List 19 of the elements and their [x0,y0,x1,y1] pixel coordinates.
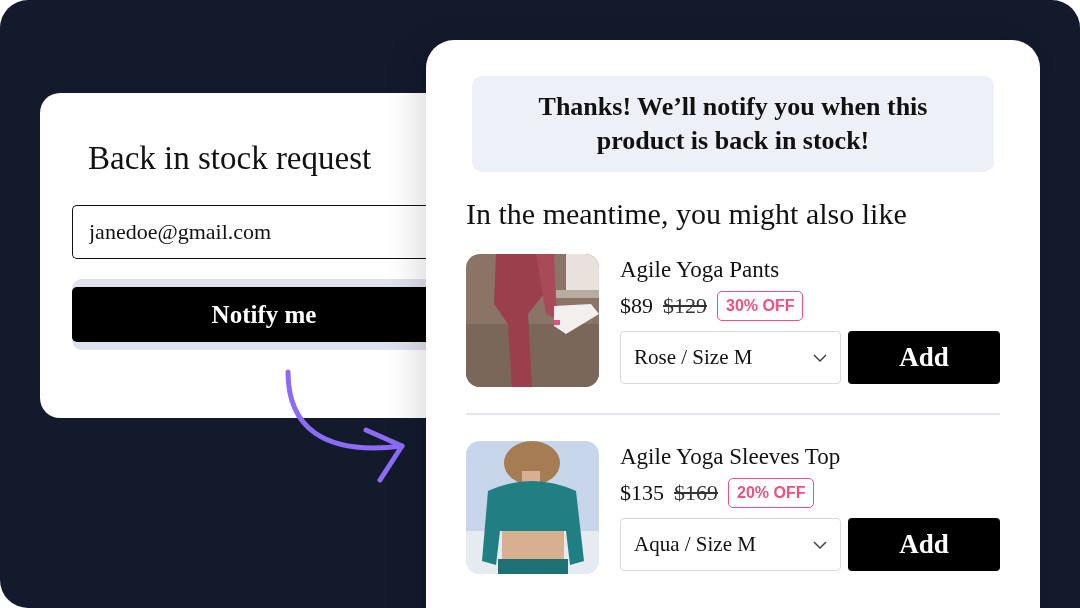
product-price: $89 [620,292,653,320]
confirmation-message: Thanks! We’ll notify you when this product is back in stock! [538,92,928,155]
card-title: Back in stock request [87,139,373,178]
discount-badge: 20% OFF [728,477,815,508]
variant-dropdown[interactable]: Rose / Size M [620,331,841,384]
email-field[interactable]: janedoe@gmail.com [72,205,426,259]
notify-button[interactable]: Notify me [72,287,426,342]
original-price: $169 [674,479,718,507]
add-button[interactable]: Add [848,518,1000,571]
product-name: Agile Yoga Pants [620,256,781,284]
variant-dropdown[interactable]: Aqua / Size M [620,518,841,571]
chevron-down-icon [813,540,827,549]
add-button[interactable]: Add [848,331,1000,384]
section-heading: In the meantime, you might also like [466,196,908,232]
product-name: Agile Yoga Sleeves Top [620,443,842,471]
discount-badge: 30% OFF [717,290,804,321]
chevron-down-icon [813,353,827,362]
original-price: $129 [663,292,707,320]
product-price: $135 [620,479,664,507]
